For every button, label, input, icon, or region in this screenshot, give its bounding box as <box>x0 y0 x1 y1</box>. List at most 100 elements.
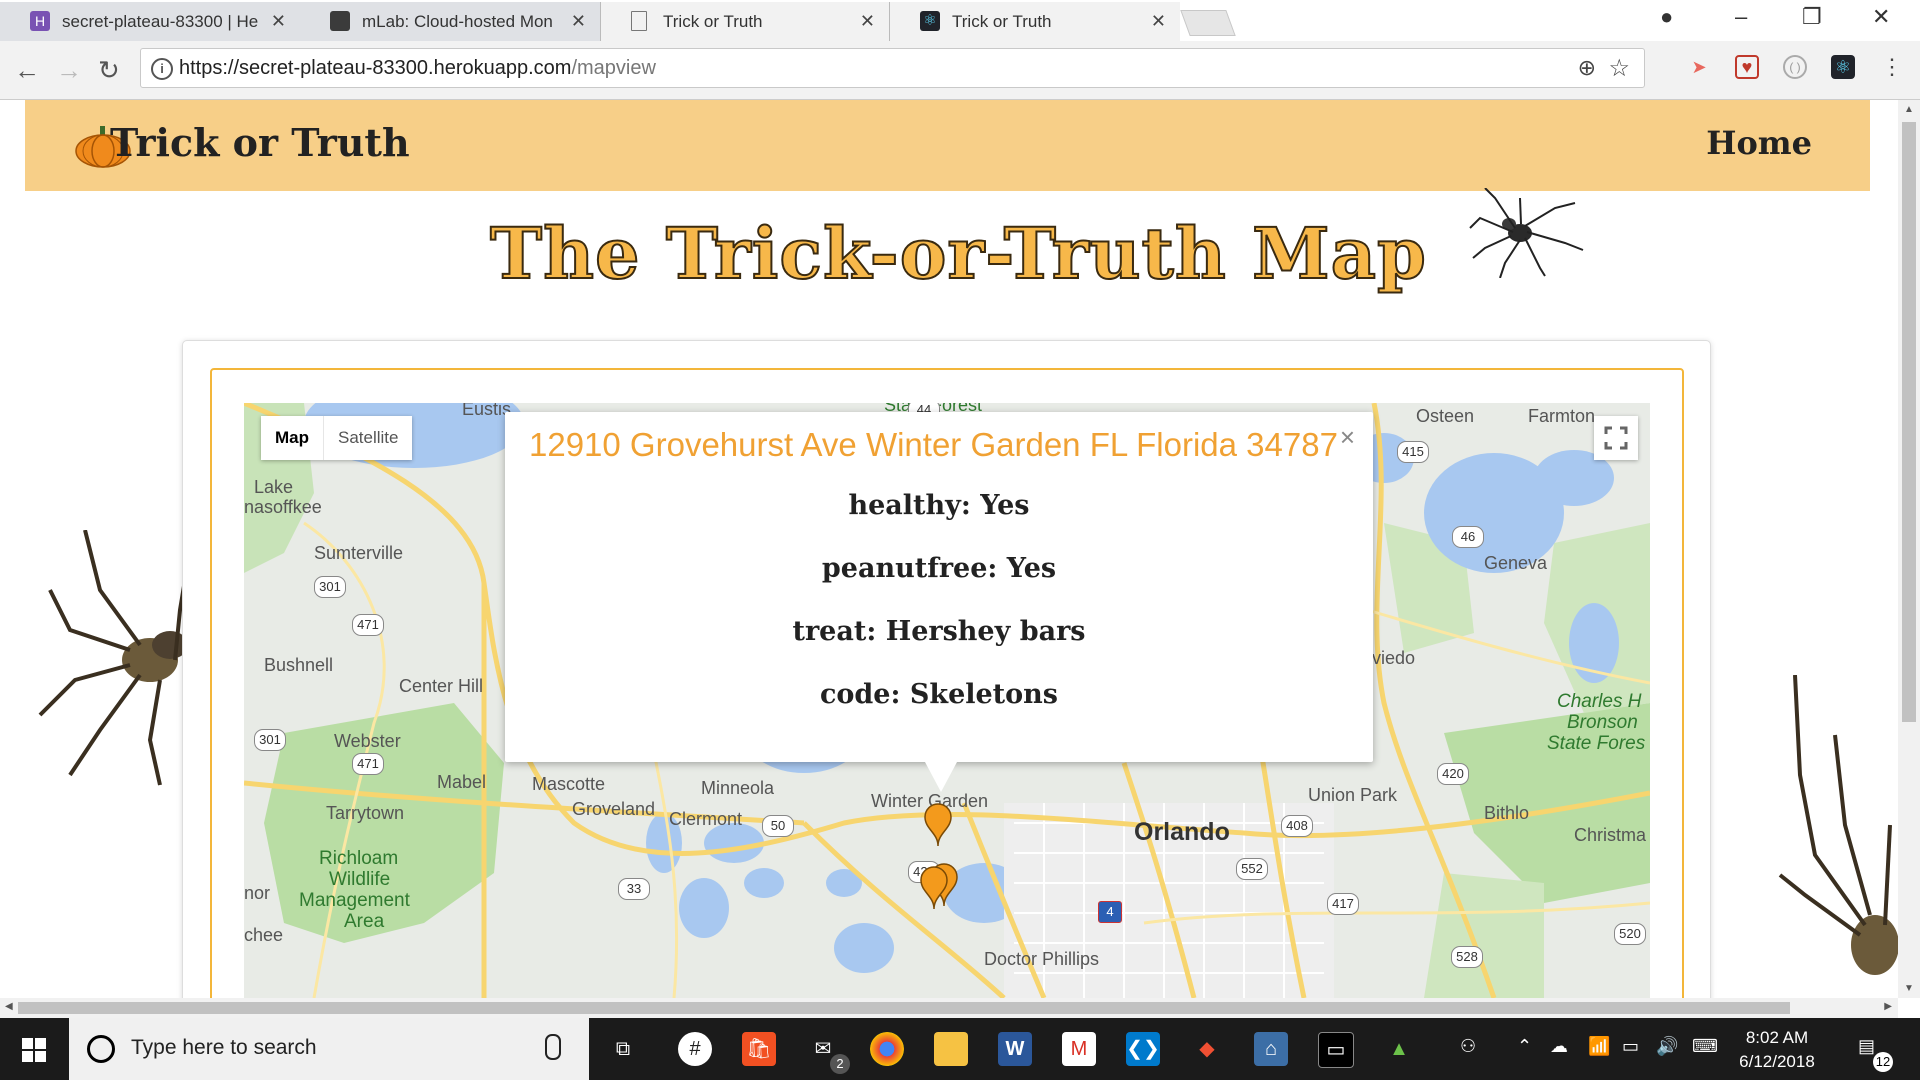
reload-icon[interactable]: ↻ <box>98 55 120 86</box>
heroku-icon: H <box>30 11 50 31</box>
vertical-scrollbar[interactable]: ▲ ▼ <box>1898 100 1920 998</box>
keyboard-icon[interactable]: ⌨ <box>1692 1036 1718 1057</box>
tab-label: Trick or Truth <box>952 12 1052 31</box>
close-icon[interactable]: ✕ <box>271 11 286 32</box>
document-icon <box>631 11 647 31</box>
highway-shield: 471 <box>352 614 384 636</box>
close-icon[interactable]: ✕ <box>1151 11 1166 32</box>
tab-mlab[interactable]: mLab: Cloud-hosted Mon ✕ <box>300 2 600 42</box>
map-label: nasoffkee <box>244 497 322 517</box>
extension-circle-icon[interactable]: ( ) <box>1783 55 1807 79</box>
close-icon[interactable]: ✕ <box>860 11 875 32</box>
minimize-icon[interactable]: – <box>1735 4 1747 30</box>
map-type-control: Map Satellite <box>261 416 413 460</box>
highway-shield: 301 <box>314 576 346 598</box>
scroll-up-icon[interactable]: ▲ <box>1904 104 1914 115</box>
page-title: The Trick-or-Truth Map <box>489 211 1427 296</box>
nav-home-link[interactable]: Home <box>1706 124 1812 162</box>
close-icon[interactable]: × <box>1340 422 1355 453</box>
mlab-icon <box>330 11 350 31</box>
system-clock[interactable]: 8:02 AM 6/12/2018 <box>1722 1026 1832 1074</box>
tab-trick-or-truth[interactable]: ⚛ Trick or Truth ✕ <box>890 2 1180 42</box>
taskbar-search[interactable]: Type here to search <box>69 1018 589 1080</box>
git-icon[interactable]: ◆ <box>1190 1032 1224 1066</box>
map-label: Eustis <box>462 403 512 419</box>
map-label: Charles H <box>1557 691 1642 712</box>
map-label: Clermont <box>669 809 743 829</box>
highway-shield: 50 <box>762 815 794 837</box>
map-label: Wildlife <box>329 869 391 890</box>
popup-tail <box>925 762 957 792</box>
back-icon[interactable]: ← <box>14 55 40 86</box>
bookmark-star-icon[interactable]: ☆ <box>1608 54 1630 83</box>
new-tab-button[interactable] <box>1180 10 1236 36</box>
map-label: Minneola <box>701 778 775 798</box>
map-type-map-button[interactable]: Map <box>261 416 323 460</box>
map-type-satellite-button[interactable]: Satellite <box>323 416 412 460</box>
close-icon[interactable]: ✕ <box>571 11 586 32</box>
map-label: State Fores <box>1547 733 1646 754</box>
map-label: viedo <box>1372 648 1416 668</box>
scroll-right-icon[interactable]: ▶ <box>1884 1001 1892 1012</box>
menu-icon[interactable]: ⋮ <box>1880 55 1904 79</box>
gmail-icon[interactable]: M <box>1062 1032 1096 1066</box>
popup-code: code: Skeletons <box>819 679 1058 710</box>
onedrive-icon[interactable]: ☁ <box>1550 1036 1568 1057</box>
restore-icon[interactable]: ❐ <box>1802 4 1822 30</box>
url-text[interactable]: https://secret-plateau-83300.herokuapp.c… <box>179 57 656 80</box>
windows-start-icon[interactable] <box>22 1038 46 1062</box>
battery-icon[interactable]: ▭ <box>1622 1036 1639 1057</box>
scroll-thumb[interactable] <box>18 1002 1790 1014</box>
scroll-down-icon[interactable]: ▼ <box>1904 983 1914 994</box>
horizontal-scrollbar[interactable]: ◀ ▶ <box>0 998 1898 1018</box>
map-info-window: 12910 Grovehurst Ave Winter Garden FL Fl… <box>505 412 1373 792</box>
action-center-icon[interactable]: ▤ <box>1858 1036 1875 1057</box>
slack-icon[interactable]: # <box>678 1032 712 1066</box>
store-icon[interactable]: 🛍 <box>742 1032 776 1066</box>
spider-icon <box>1469 188 1584 278</box>
map-label: Doctor Phillips <box>984 949 1100 969</box>
map-label-orlando: Orlando <box>1134 818 1230 846</box>
forward-icon[interactable]: → <box>56 55 82 86</box>
pocket-icon[interactable]: ♥ <box>1735 55 1759 79</box>
close-window-icon[interactable]: ✕ <box>1872 4 1890 30</box>
mysql-icon[interactable]: ⌂ <box>1254 1032 1288 1066</box>
volume-icon[interactable]: 🔊 <box>1656 1036 1678 1057</box>
chrome-icon[interactable] <box>870 1032 904 1066</box>
show-hidden-icon[interactable]: ⌃ <box>1517 1036 1532 1057</box>
map-label: Bronson <box>1567 712 1638 733</box>
people-icon[interactable]: ⚇ <box>1460 1036 1476 1057</box>
tab-label: secret-plateau-83300 | He <box>62 12 259 31</box>
tab-heroku[interactable]: H secret-plateau-83300 | He ✕ <box>0 2 300 42</box>
highway-shield: 552 <box>1236 858 1268 880</box>
mail-badge: 2 <box>830 1054 850 1074</box>
tab-trick-or-truth-active[interactable]: Trick or Truth ✕ <box>600 2 890 42</box>
info-icon[interactable]: i <box>151 58 173 80</box>
extension-arrow-icon[interactable]: ➤ <box>1687 55 1711 79</box>
map-marker[interactable] <box>923 803 953 847</box>
react-devtools-icon[interactable]: ⚛ <box>1831 55 1855 79</box>
task-view-icon[interactable]: ⧉ <box>606 1032 640 1066</box>
address-bar[interactable]: i https://secret-plateau-83300.herokuapp… <box>140 48 1645 88</box>
wifi-icon[interactable]: 📶 <box>1588 1036 1610 1057</box>
microphone-icon[interactable] <box>545 1034 561 1060</box>
url-host: https://secret-plateau-83300.herokuapp.c… <box>179 57 572 79</box>
fullscreen-button[interactable] <box>1594 416 1638 460</box>
map-label: Mascotte <box>532 774 606 794</box>
file-explorer-icon[interactable] <box>934 1032 968 1066</box>
map-marker[interactable] <box>919 866 949 910</box>
robomongo-icon[interactable]: ▲ <box>1382 1032 1416 1066</box>
terminal-icon[interactable]: ▭ <box>1318 1032 1354 1068</box>
map-label: Richloam <box>319 848 399 869</box>
zoom-icon[interactable]: ⊕ <box>1578 55 1596 81</box>
profile-icon[interactable]: ● <box>1660 4 1673 30</box>
word-icon[interactable]: W <box>998 1032 1032 1066</box>
map-label: Center Hill <box>399 676 484 696</box>
scroll-left-icon[interactable]: ◀ <box>5 1001 13 1012</box>
popup-treat: treat: Hershey bars <box>792 616 1086 647</box>
highway-shield: 301 <box>254 729 286 751</box>
site-brand[interactable]: Trick or Truth <box>110 120 410 165</box>
vscode-icon[interactable]: ❮❯ <box>1126 1032 1160 1066</box>
map-label: Geneva <box>1484 553 1548 573</box>
scroll-thumb[interactable] <box>1902 122 1916 722</box>
